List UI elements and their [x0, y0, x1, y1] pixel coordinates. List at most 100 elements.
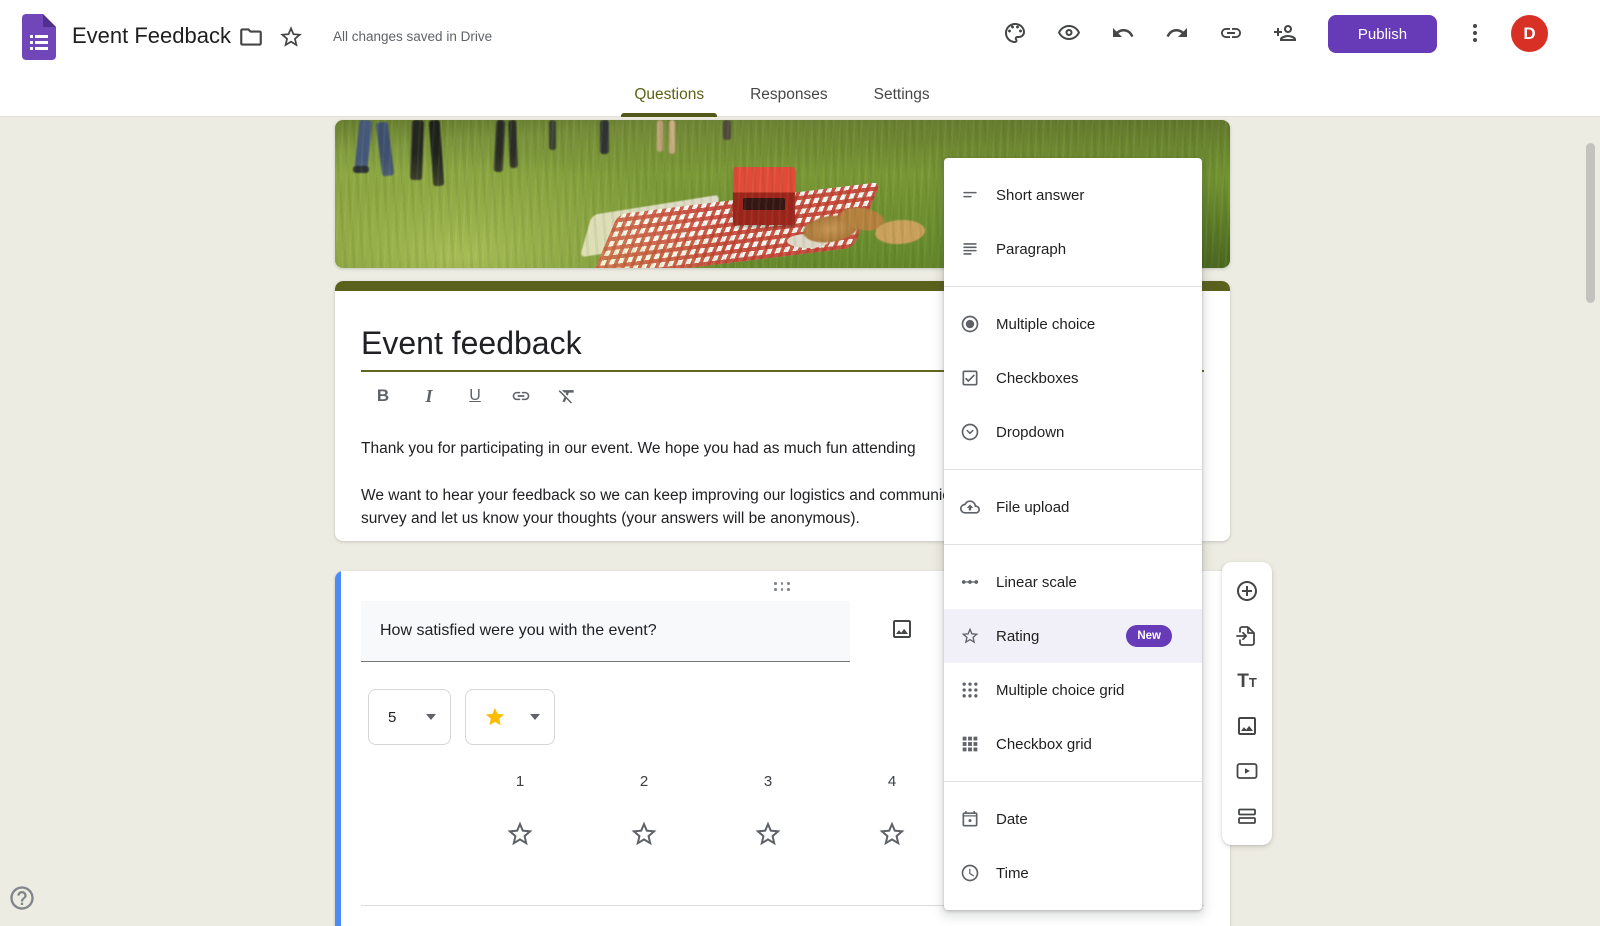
menu-item-label: Rating	[996, 628, 1039, 645]
image-icon	[1235, 714, 1259, 738]
menu-item-checkboxes[interactable]: Checkboxes	[944, 351, 1202, 405]
publish-button[interactable]: Publish	[1328, 15, 1437, 53]
menu-section: Short answer Paragraph	[944, 158, 1202, 286]
more-options-icon[interactable]	[1455, 13, 1495, 53]
menu-item-linear-scale[interactable]: Linear scale	[944, 555, 1202, 609]
rating-number: 3	[706, 771, 830, 793]
italic-icon: I	[419, 386, 439, 406]
menu-item-short-answer[interactable]: Short answer	[944, 168, 1202, 222]
form-file-title[interactable]: Event Feedback	[72, 0, 231, 72]
rating-preview-col-3: 3	[706, 771, 830, 854]
app-bar-actions	[995, 13, 1319, 53]
chevron-down-icon	[426, 714, 436, 720]
link-icon	[511, 386, 531, 406]
add-image-button[interactable]	[1235, 714, 1259, 738]
preview-button[interactable]	[1049, 13, 1089, 53]
menu-item-label: Paragraph	[996, 241, 1066, 258]
eye-icon	[1057, 21, 1081, 45]
tab-responses[interactable]: Responses	[746, 72, 832, 117]
tab-settings[interactable]: Settings	[870, 72, 934, 117]
rating-number: 1	[458, 771, 582, 793]
checkbox-grid-icon	[960, 734, 980, 754]
rating-preview-col-2: 2	[582, 771, 706, 854]
avatar[interactable]: D	[1511, 15, 1548, 52]
dropdown-icon	[960, 422, 980, 442]
menu-item-label: Checkbox grid	[996, 736, 1092, 753]
text-title-icon: TT	[1235, 669, 1259, 693]
palette-icon	[1003, 21, 1027, 45]
add-question-button[interactable]	[1235, 579, 1259, 603]
rating-preview-col-4: 4	[830, 771, 954, 854]
menu-item-file-upload[interactable]: File upload	[944, 480, 1202, 534]
menu-item-label: File upload	[996, 499, 1069, 516]
star-outline-icon[interactable]	[629, 819, 659, 849]
menu-item-date[interactable]: Date	[944, 792, 1202, 846]
redo-button[interactable]	[1157, 13, 1197, 53]
date-icon	[960, 809, 980, 829]
insert-link-button[interactable]	[511, 384, 531, 408]
menu-item-label: Dropdown	[996, 424, 1064, 441]
add-circle-icon	[1235, 579, 1259, 603]
menu-item-paragraph[interactable]: Paragraph	[944, 222, 1202, 276]
redo-icon	[1165, 21, 1189, 45]
help-icon[interactable]	[8, 884, 36, 912]
person-add-icon	[1273, 21, 1297, 45]
move-to-folder-icon[interactable]	[238, 24, 264, 50]
star-outline-icon[interactable]	[753, 819, 783, 849]
menu-item-checkbox-grid[interactable]: Checkbox grid	[944, 717, 1202, 771]
menu-item-multiple-choice[interactable]: Multiple choice	[944, 297, 1202, 351]
text-format-toolbar: BIU	[373, 383, 577, 409]
add-video-button[interactable]	[1235, 759, 1259, 783]
form-title-input[interactable]: Event feedback	[361, 321, 582, 365]
new-badge: New	[1126, 625, 1172, 647]
add-section-button[interactable]	[1235, 804, 1259, 828]
menu-item-dropdown[interactable]: Dropdown	[944, 405, 1202, 459]
customize-theme-button[interactable]	[995, 13, 1035, 53]
import-questions-button[interactable]	[1235, 624, 1259, 648]
tab-bar: Questions Responses Settings	[0, 72, 1582, 117]
clear-formatting-button[interactable]	[557, 384, 577, 408]
add-image-to-question-button[interactable]	[884, 611, 920, 647]
rating-preview-col-1: 1	[458, 771, 582, 854]
google-forms-logo-icon[interactable]	[22, 14, 56, 60]
checkboxes-icon	[960, 368, 980, 388]
menu-section: File upload	[944, 469, 1202, 544]
add-collaborators-button[interactable]	[1265, 13, 1305, 53]
drag-handle[interactable]	[772, 582, 792, 591]
question-title-input[interactable]: How satisfied were you with the event?	[361, 601, 850, 662]
italic-button[interactable]: I	[419, 384, 439, 408]
star-form-icon[interactable]	[278, 24, 304, 50]
section-icon	[1235, 804, 1259, 828]
clear-format-icon	[557, 386, 577, 406]
menu-item-label: Short answer	[996, 187, 1084, 204]
add-title-description-button[interactable]: TT	[1235, 669, 1259, 693]
bold-button[interactable]: B	[373, 384, 393, 408]
multiple-choice-icon	[960, 314, 980, 334]
link-icon	[1219, 21, 1243, 45]
floating-toolbar: TT	[1222, 562, 1272, 845]
menu-item-label: Date	[996, 811, 1028, 828]
rating-scale-value: 5	[388, 709, 396, 726]
short-answer-icon	[960, 185, 980, 205]
star-outline-icon[interactable]	[505, 819, 535, 849]
undo-icon	[1111, 21, 1135, 45]
menu-item-time[interactable]: Time	[944, 846, 1202, 900]
multiple-choice-grid-icon	[960, 680, 980, 700]
tab-questions[interactable]: Questions	[630, 72, 708, 117]
scrollbar[interactable]	[1586, 143, 1595, 303]
bold-icon: B	[373, 386, 393, 406]
save-status-text: All changes saved in Drive	[333, 0, 492, 72]
copy-link-button[interactable]	[1211, 13, 1251, 53]
kebab-icon	[1463, 21, 1487, 45]
menu-item-rating[interactable]: Rating New	[944, 609, 1202, 663]
menu-item-label: Checkboxes	[996, 370, 1079, 387]
rating-icon-select[interactable]	[465, 689, 555, 745]
underline-button[interactable]: U	[465, 384, 485, 408]
menu-section: Linear scale Rating New Multiple choice gri…	[944, 544, 1202, 781]
time-icon	[960, 863, 980, 883]
rating-scale-select[interactable]: 5	[368, 689, 451, 745]
star-outline-icon[interactable]	[877, 819, 907, 849]
undo-button[interactable]	[1103, 13, 1143, 53]
menu-item-label: Multiple choice grid	[996, 682, 1124, 699]
menu-item-multiple-choice-grid[interactable]: Multiple choice grid	[944, 663, 1202, 717]
